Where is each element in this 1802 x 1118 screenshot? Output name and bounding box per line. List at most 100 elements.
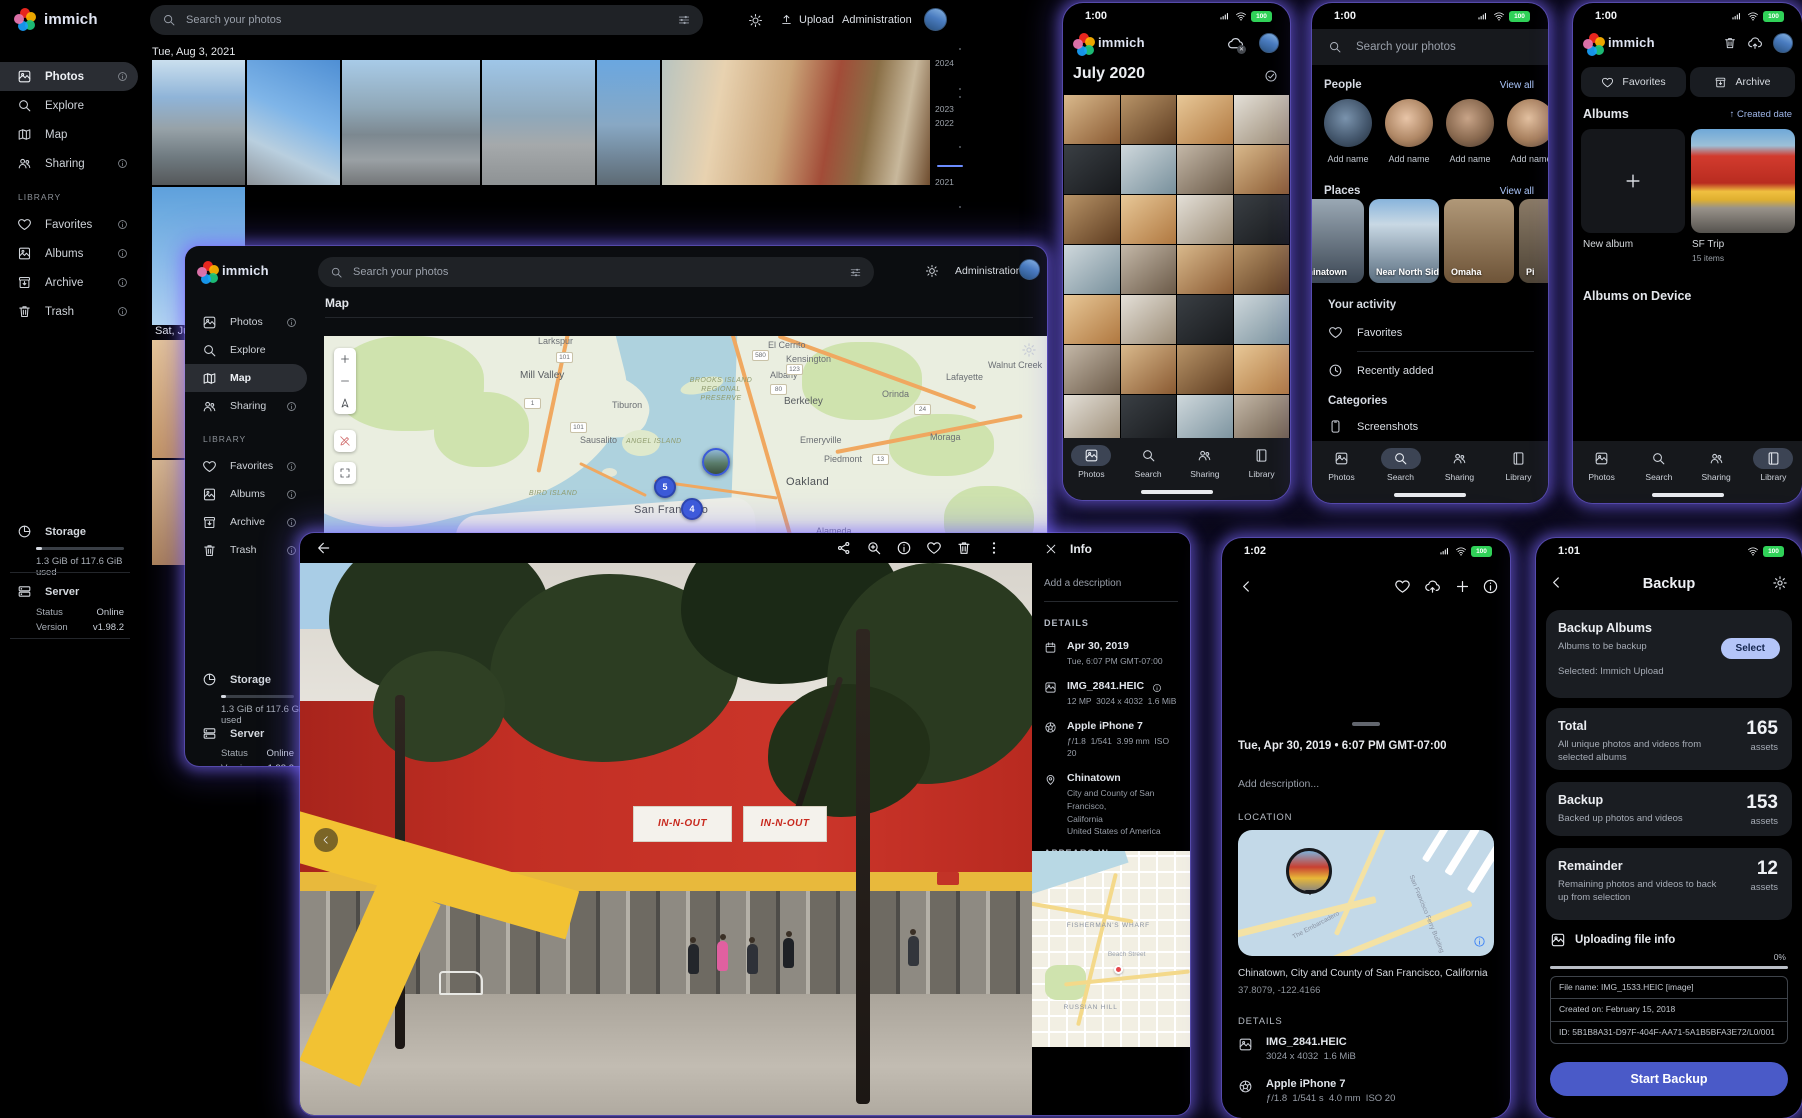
place-tile[interactable]: Near North Side [1369,199,1439,283]
sidebar-item[interactable]: Trash [0,297,138,326]
zoom-out-button[interactable] [334,370,356,392]
photo-thumbnail[interactable] [482,60,595,185]
draw-off-button[interactable] [334,430,356,452]
file-info-icon[interactable] [1152,683,1162,693]
map-photo-marker[interactable] [702,448,730,476]
settings-icon[interactable] [1772,575,1788,591]
photo-tile[interactable] [1177,145,1233,194]
nav-item[interactable]: Sharing [1430,448,1489,482]
person-item[interactable]: Add name [1507,99,1548,164]
search-filter-icon[interactable] [677,13,691,27]
view-all-people[interactable]: View all [1500,80,1534,91]
person-item[interactable]: Add name [1446,99,1494,164]
photo-tile[interactable] [1234,295,1290,344]
archive-button[interactable]: Archive [1690,67,1795,97]
map-info-icon[interactable] [1473,935,1486,948]
close-icon[interactable] [1044,542,1058,556]
nav-item[interactable]: Sharing [1688,448,1745,482]
view-all-places[interactable]: View all [1500,186,1534,197]
nav-item[interactable]: Library [1489,448,1548,482]
delete-icon[interactable] [956,540,972,556]
locate-button[interactable] [334,392,356,414]
photo-tile[interactable] [1234,245,1290,294]
photo-thumbnail[interactable] [247,60,340,185]
person-item[interactable]: Add name [1324,99,1372,164]
map-cluster-marker[interactable]: 5 [654,476,676,498]
favorites-button[interactable]: Favorites [1581,67,1686,97]
photo-tile[interactable] [1064,295,1120,344]
place-tile[interactable]: Chinatown [1312,199,1364,283]
photo-tile[interactable] [1177,395,1233,439]
sidebar-item[interactable]: Photos [185,308,307,336]
photo-tile[interactable] [1234,145,1290,194]
theme-toggle-icon[interactable] [925,264,939,278]
nav-item[interactable]: Search [1371,448,1430,482]
backup-icon[interactable] [1747,35,1763,51]
description-input[interactable]: Add a description [1032,556,1190,589]
share-icon[interactable] [836,540,852,556]
sidebar-item[interactable]: Map [185,364,307,392]
user-avatar[interactable] [1019,259,1040,280]
drag-handle[interactable] [1352,722,1380,726]
photo-tile[interactable] [1177,345,1233,394]
sidebar-item[interactable]: Favorites [185,452,307,480]
photo-tile[interactable] [1121,95,1177,144]
photo-tile[interactable] [1121,345,1177,394]
place-tile[interactable]: Pi [1519,199,1548,283]
edit-location-icon[interactable] [1481,809,1494,822]
edit-location-icon[interactable] [1167,773,1180,786]
info-icon[interactable] [896,540,912,556]
nav-item[interactable]: Search [1630,448,1687,482]
search-input[interactable]: Search your photos [318,257,874,287]
nav-item[interactable]: Photos [1573,448,1630,482]
start-backup-button[interactable]: Start Backup [1550,1062,1788,1096]
search-input[interactable]: Search your photos [1312,29,1548,65]
sidebar-item[interactable]: Albums [185,480,307,508]
photo-tile[interactable] [1121,195,1177,244]
edit-date-icon[interactable] [1167,641,1180,654]
upload-icon[interactable] [1424,578,1441,595]
photo-tile[interactable] [1064,245,1120,294]
new-album-tile[interactable] [1581,129,1685,233]
user-avatar[interactable] [1773,33,1793,53]
person-item[interactable]: Add name [1385,99,1433,164]
photo-tile[interactable] [1121,295,1177,344]
sidebar-item[interactable]: Sharing [0,149,138,178]
theme-toggle-icon[interactable] [748,13,763,28]
nav-item[interactable]: Library [1233,445,1290,479]
nav-item[interactable]: Sharing [1177,445,1234,479]
nav-item[interactable]: Photos [1312,448,1371,482]
administration-link[interactable]: Administration [955,265,1022,277]
photo-thumbnail[interactable] [152,60,245,185]
favorites-row[interactable]: Favorites [1312,325,1548,340]
previous-photo-button[interactable] [314,828,338,852]
photo-tile[interactable] [1064,345,1120,394]
nav-item[interactable]: Photos [1063,445,1120,479]
sidebar-item[interactable]: Photos [0,62,138,91]
photo-tile[interactable] [1177,295,1233,344]
search-input[interactable]: Search your photos [150,5,703,35]
sidebar-item[interactable]: Map [0,120,138,149]
sidebar-item[interactable]: Explore [185,336,307,364]
user-avatar[interactable] [1259,33,1279,53]
photo-tile[interactable] [1234,345,1290,394]
photo-tile[interactable] [1234,395,1290,439]
more-menu-icon[interactable] [986,540,1002,556]
sidebar-item[interactable]: Explore [0,91,138,120]
screenshots-row[interactable]: Screenshots [1312,419,1548,434]
place-tile[interactable]: Omaha [1444,199,1514,283]
photo-tile[interactable] [1177,195,1233,244]
photo-tile[interactable] [1064,95,1120,144]
sort-button[interactable]: ↑ Created date [1730,109,1792,120]
sidebar-item[interactable]: Trash [185,536,307,564]
photo-tile[interactable] [1121,145,1177,194]
photo-tile[interactable] [1234,95,1290,144]
info-icon[interactable] [1482,578,1499,595]
photo-tile[interactable] [1064,395,1120,439]
map-cluster-marker[interactable]: 4 [681,498,703,520]
trash-icon[interactable] [1723,36,1737,50]
photo-thumbnail[interactable] [597,60,660,185]
description-input[interactable]: Add description... [1238,778,1319,790]
zoom-icon[interactable] [866,540,882,556]
upload-button[interactable]: Upload [780,13,834,26]
